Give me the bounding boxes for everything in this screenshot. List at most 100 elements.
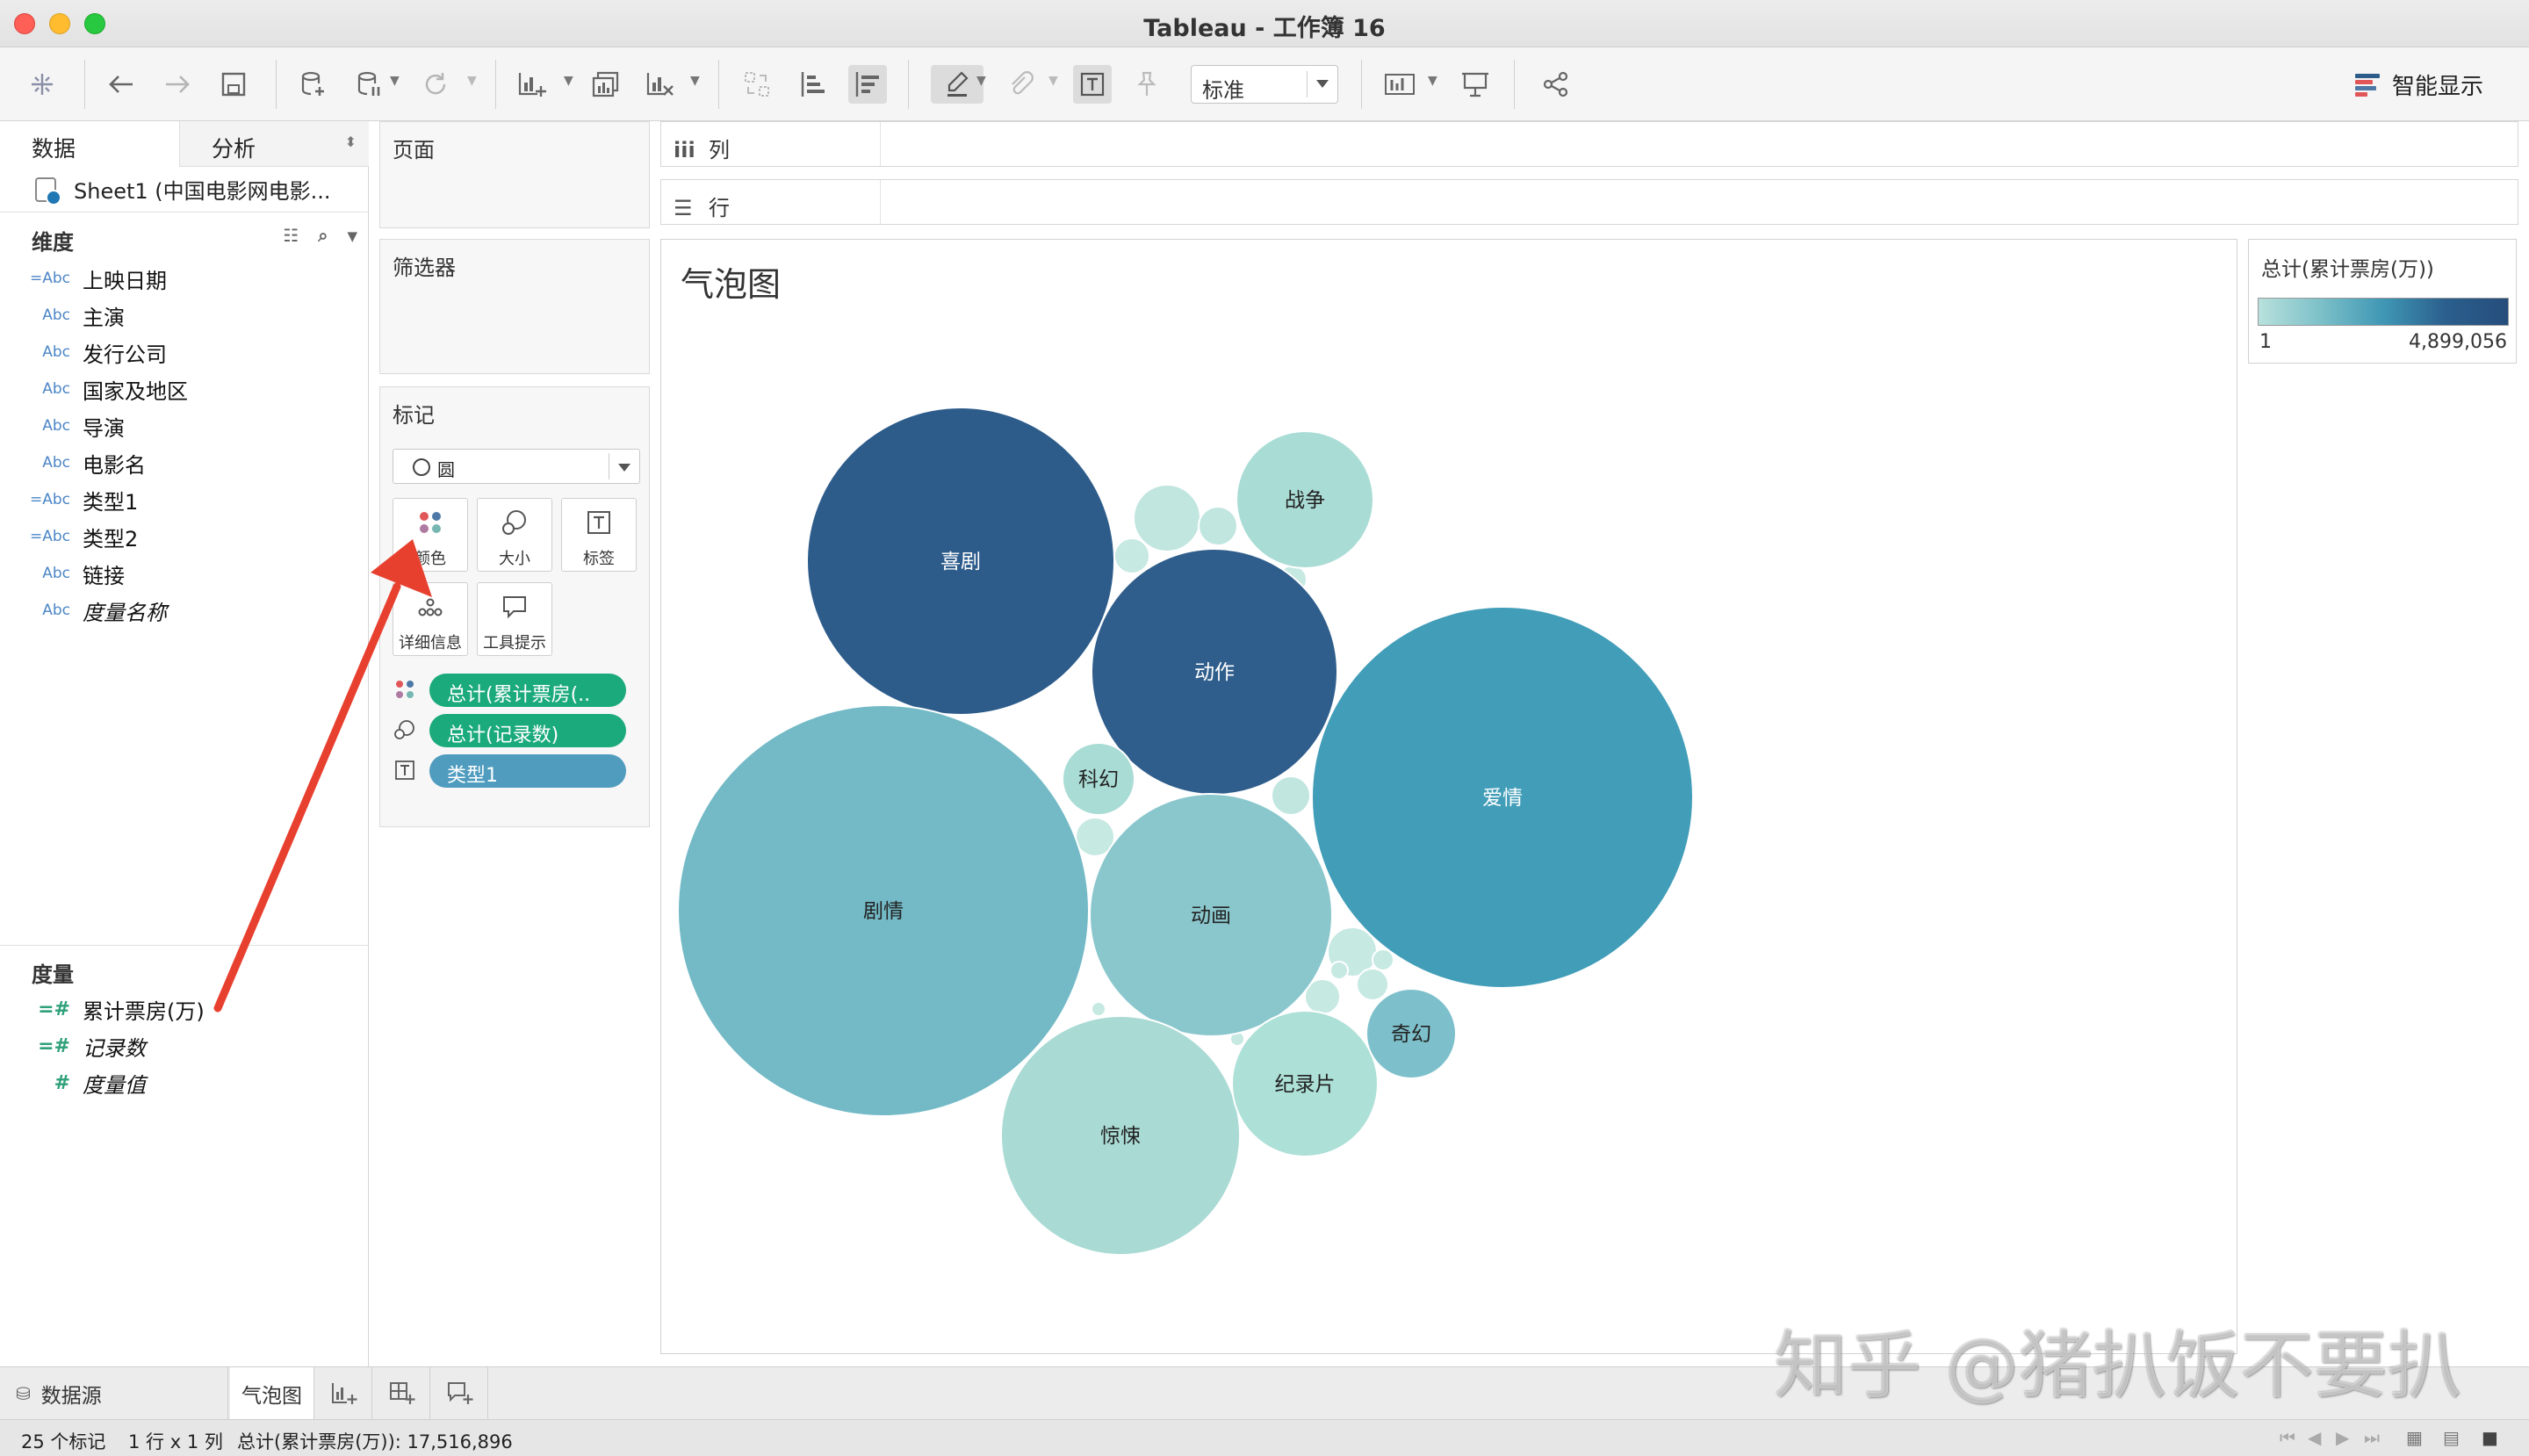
columns-label: 列 (709, 138, 730, 162)
field-box-office[interactable]: =# 累计票房(万) (0, 991, 369, 1027)
color-button[interactable]: 颜色 (393, 498, 468, 572)
pause-updates-icon[interactable] (349, 65, 388, 104)
color-pill[interactable]: 总计(累计票房(.. (429, 674, 626, 707)
label-pill[interactable]: 类型1 (429, 754, 626, 788)
fix-axes-pin-icon[interactable] (1128, 65, 1166, 104)
redo-icon[interactable] (158, 65, 197, 104)
sort-descending-icon[interactable] (848, 65, 887, 104)
new-datasource-icon[interactable] (293, 65, 332, 104)
label-button[interactable]: 标签 (561, 498, 637, 572)
bubble-label: 动画 (1191, 905, 1231, 927)
field-director[interactable]: Abc 导演 (0, 407, 368, 444)
view-canvas[interactable]: 气泡图 喜剧 动作 爱情 剧情 动画 惊悚 纪录片 战争 科幻 奇幻 (660, 239, 2237, 1354)
field-distributor[interactable]: Abc 发行公司 (0, 334, 368, 371)
field-lead-actor[interactable]: Abc 主演 (0, 297, 368, 334)
tab-data-source[interactable]: ⛁ 数据源 (0, 1367, 228, 1419)
field-measure-names[interactable]: Abc 度量名称 (0, 592, 368, 629)
bubble-minor[interactable] (1198, 506, 1238, 546)
bubble-label: 战争 (1285, 489, 1325, 512)
field-name: 度量名称 (83, 600, 167, 625)
show-mark-labels-icon[interactable] (1073, 65, 1112, 104)
pages-card[interactable]: 页面 (379, 121, 650, 228)
bubble-minor[interactable] (1133, 484, 1201, 552)
search-icon[interactable]: ⌕ (318, 225, 328, 246)
duplicate-sheet-icon[interactable] (587, 65, 625, 104)
filters-card[interactable]: 筛选器 (379, 239, 650, 374)
number-type-icon: # (54, 1071, 70, 1094)
sort-ascending-icon[interactable] (794, 65, 832, 104)
highlight-icon[interactable] (931, 65, 984, 104)
refresh-icon[interactable] (416, 65, 455, 104)
tab-data[interactable]: 数据 (0, 121, 179, 167)
detail-button[interactable]: 详细信息 (393, 582, 468, 656)
show-me-button[interactable]: 智能显示 (2355, 65, 2483, 104)
string-type-icon: Abc (42, 343, 70, 361)
fit-select[interactable]: 标准 (1191, 65, 1338, 104)
bubble-minor[interactable] (1329, 961, 1349, 980)
new-worksheet-icon[interactable] (316, 1367, 372, 1419)
filters-title: 筛选器 (393, 256, 456, 280)
color-legend[interactable]: 总计(累计票房(万)) 1 4,899,056 (2248, 239, 2517, 364)
color-label: 颜色 (414, 550, 446, 568)
show-cards-icon[interactable] (1380, 65, 1419, 104)
pages-title: 页面 (393, 138, 435, 162)
tab-data-source-label: 数据源 (40, 1384, 102, 1408)
tab-analytics[interactable]: 分析 ⬍ (179, 121, 369, 167)
tab-bubble-sheet[interactable]: 气泡图 (230, 1367, 314, 1419)
bubble-minor[interactable] (1091, 1001, 1106, 1017)
color-dots-icon (393, 679, 417, 700)
sheet-sorter-icon[interactable]: ▦ (2406, 1427, 2423, 1448)
measures-header: 度量 (0, 945, 369, 992)
bubble-minor[interactable] (1113, 537, 1150, 574)
new-story-icon[interactable] (432, 1367, 488, 1419)
size-pill[interactable]: 总计(记录数) (429, 714, 626, 747)
size-button[interactable]: 大小 (477, 498, 552, 572)
save-icon[interactable] (214, 65, 253, 104)
presentation-mode-icon[interactable] (1456, 65, 1495, 104)
field-release-date[interactable]: =Abc 上映日期 (0, 260, 368, 297)
field-genre-1[interactable]: =Abc 类型1 (0, 481, 368, 518)
share-icon[interactable] (1537, 65, 1575, 104)
field-record-count[interactable]: =# 记录数 (0, 1027, 369, 1064)
group-members-icon[interactable] (1001, 65, 1040, 104)
new-dashboard-icon[interactable] (374, 1367, 430, 1419)
watermark: 知乎 @猪扒饭不要扒 (1774, 1323, 2461, 1409)
first-sheet-icon[interactable]: ⏮ (2280, 1427, 2295, 1448)
bubble-minor[interactable] (1356, 968, 1389, 1001)
field-measure-values[interactable]: # 度量值 (0, 1064, 369, 1101)
tooltip-button[interactable]: 工具提示 (477, 582, 552, 656)
field-genre-2[interactable]: =Abc 类型2 (0, 518, 368, 555)
menu-dropdown-icon[interactable]: ▼ (347, 228, 357, 246)
clear-sheet-icon[interactable] (641, 65, 680, 104)
filmstrip-icon[interactable]: ▤ (2443, 1427, 2460, 1448)
last-sheet-icon[interactable]: ⏭ (2364, 1427, 2380, 1448)
field-country-region[interactable]: Abc 国家及地区 (0, 371, 368, 407)
text-label-icon (393, 760, 417, 781)
bubble-chart[interactable]: 喜剧动作爱情剧情 动画惊悚 纪录片 战争科幻奇幻 (661, 240, 2238, 1355)
bubble-minor[interactable] (1271, 775, 1311, 816)
columns-shelf-label: iii 列 (661, 122, 881, 166)
view-list-icon[interactable]: ☷ (283, 225, 299, 246)
datasource-item[interactable]: Sheet1 (中国电影网电影... (0, 167, 368, 213)
next-sheet-icon[interactable]: ▶ (2336, 1427, 2349, 1448)
status-bar: 25 个标记 1 行 x 1 列 总计(累计票房(万)): 17,516,896… (0, 1419, 2529, 1456)
number-type-icon: =# (38, 998, 70, 1020)
legend-max: 4,899,056 (2409, 331, 2507, 353)
tableau-logo-icon[interactable] (23, 65, 61, 104)
columns-shelf[interactable]: iii 列 (660, 121, 2518, 167)
tabs-view-icon[interactable]: ■ (2482, 1427, 2498, 1448)
previous-sheet-icon[interactable]: ◀ (2308, 1427, 2321, 1448)
string-type-icon: Abc (42, 306, 70, 324)
new-worksheet-icon[interactable] (513, 65, 551, 104)
columns-icon: iii (674, 138, 695, 162)
bubble-label: 剧情 (863, 900, 904, 923)
mark-type-value: 圆 (437, 459, 455, 480)
undo-icon[interactable] (102, 65, 140, 104)
mark-type-select[interactable]: 圆 (393, 449, 640, 484)
field-link[interactable]: Abc 链接 (0, 555, 368, 592)
field-name: 主演 (83, 305, 125, 330)
rows-shelf[interactable]: ☰ 行 (660, 179, 2518, 225)
database-icon: ⛁ (16, 1382, 31, 1404)
field-movie-name[interactable]: Abc 电影名 (0, 444, 368, 481)
swap-rows-columns-icon[interactable] (738, 65, 776, 104)
